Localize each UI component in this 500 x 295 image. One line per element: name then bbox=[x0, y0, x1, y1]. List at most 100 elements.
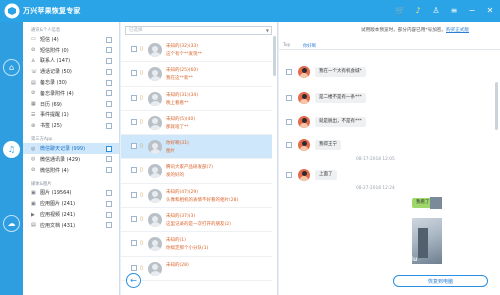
category-reminders[interactable]: ☰ 事件提醒 (1) bbox=[23, 110, 119, 121]
minimize-icon[interactable]: − bbox=[466, 3, 478, 17]
conversation-row[interactable]: ▯ 未知的(1) 你搞定那个小分队(1) bbox=[121, 232, 272, 257]
category-app-photos[interactable]: ▣ 应用图片 (241) bbox=[23, 198, 119, 209]
conversation-row[interactable]: ▯ 未知的(47)(29) 头像和相机的表情不好看的相片(28) bbox=[121, 184, 272, 209]
category-checkbox[interactable] bbox=[106, 47, 112, 54]
lock-icon: ▯ bbox=[140, 240, 143, 247]
category-checkbox[interactable] bbox=[106, 90, 112, 97]
sms-icon: ▭ bbox=[31, 36, 36, 43]
category-checkbox[interactable] bbox=[106, 145, 112, 152]
row-preview: 这里记录的是一次打开的朋友(2) bbox=[166, 222, 231, 228]
close-icon[interactable]: ✕ bbox=[484, 3, 496, 17]
category-sms-attachments[interactable]: ⊘ 短信附件 (0) bbox=[23, 45, 119, 56]
avatar bbox=[148, 188, 162, 203]
category-notes-attachments[interactable]: ⊘ 备忘录附件 (4) bbox=[23, 88, 119, 99]
message-checkbox[interactable] bbox=[286, 95, 292, 101]
avatar bbox=[148, 164, 162, 179]
watermark: Baidu bbox=[398, 256, 418, 263]
lock-icon: ▯ bbox=[140, 118, 143, 125]
attachment-icon: ⊘ bbox=[31, 90, 36, 97]
row-checkbox[interactable] bbox=[131, 143, 137, 150]
avatar bbox=[148, 237, 162, 252]
avatar bbox=[148, 115, 162, 130]
filter-select[interactable]: 已选择 ▼ bbox=[125, 26, 272, 35]
category-contacts[interactable]: ♙ 联系人 (147) bbox=[23, 56, 119, 67]
chat-tabs: Top 你好啊 bbox=[279, 42, 500, 50]
message-bubble: 就是脱出，不是有*** bbox=[315, 117, 366, 127]
category-checkbox[interactable] bbox=[106, 222, 112, 229]
avatar bbox=[298, 116, 310, 128]
row-checkbox[interactable] bbox=[131, 216, 137, 223]
chevron-down-icon: ▼ bbox=[265, 28, 269, 33]
row-checkbox[interactable] bbox=[131, 46, 137, 52]
user-icon[interactable]: ♙ bbox=[430, 3, 442, 17]
mode-rail: ⌂ ♫ ☁ bbox=[0, 22, 23, 295]
conversation-row[interactable]: ▯ 未知的(31)(34) 晚上看看** bbox=[121, 87, 272, 111]
back-button[interactable]: ← bbox=[126, 273, 141, 288]
row-checkbox[interactable] bbox=[131, 70, 137, 77]
message-timestamp: 08-17-2018 12:05 bbox=[356, 157, 395, 162]
conversation-row[interactable]: ▯ 未知的(25)(60) 我在这**新** bbox=[121, 62, 272, 87]
row-checkbox[interactable] bbox=[131, 264, 137, 271]
list-scrollbar[interactable] bbox=[273, 36, 276, 76]
category-app-documents[interactable]: ▤ 应用文档 (431) bbox=[23, 220, 119, 231]
conversation-row[interactable]: ▯ 未知的(5)(40) 那就啥了** bbox=[121, 111, 272, 136]
row-checkbox[interactable] bbox=[131, 240, 137, 247]
category-checkbox[interactable] bbox=[106, 36, 112, 43]
message-bubble: 上面了 bbox=[315, 170, 337, 180]
category-checkbox[interactable] bbox=[106, 58, 112, 65]
category-bookmarks[interactable]: ⊛ 书签 (25) bbox=[23, 120, 119, 131]
icloud-recovery-icon[interactable]: ☁ bbox=[3, 215, 20, 232]
row-checkbox[interactable] bbox=[131, 118, 137, 125]
chat-scrollbar[interactable] bbox=[495, 82, 498, 130]
category-checkbox[interactable] bbox=[106, 167, 112, 174]
buy-full-version-link[interactable]: 购买正式版 bbox=[446, 28, 469, 33]
category-sms[interactable]: ▭ 短信 (4) bbox=[23, 34, 119, 45]
conversation-row[interactable]: ▯ 未知的(32)(33) 这个有个**发现** bbox=[121, 38, 272, 63]
row-checkbox[interactable] bbox=[131, 191, 137, 198]
lock-icon: ▯ bbox=[140, 264, 143, 271]
category-checkbox[interactable] bbox=[106, 122, 112, 129]
category-checkbox[interactable] bbox=[106, 112, 112, 119]
row-checkbox[interactable] bbox=[131, 167, 137, 174]
row-checkbox[interactable] bbox=[131, 94, 137, 101]
cart-icon[interactable]: 🛒 bbox=[394, 3, 406, 17]
message-checkbox[interactable] bbox=[286, 69, 292, 75]
recover-to-computer-button[interactable]: 恢复到电脑 bbox=[393, 275, 488, 287]
row-name: 未知的(31)(34) bbox=[166, 92, 198, 98]
category-checkbox[interactable] bbox=[106, 190, 112, 197]
tab-top[interactable]: Top bbox=[283, 43, 290, 48]
row-name: 未知的(5)(40) bbox=[166, 116, 196, 122]
bell-icon[interactable]: ♪ bbox=[412, 3, 424, 17]
category-call-history[interactable]: ☏ 通话记录 (50) bbox=[23, 66, 119, 77]
message-checkbox[interactable] bbox=[286, 119, 292, 125]
message-checkbox[interactable] bbox=[286, 142, 292, 148]
category-photos[interactable]: ▣ 图片 (19564) bbox=[23, 188, 119, 199]
video-icon: ▶ bbox=[31, 211, 35, 218]
category-wechat-history[interactable]: ◎ 微信聊天记录 (999) bbox=[23, 143, 119, 154]
category-wechat-attachments[interactable]: ⊘ 微信附件 (4) bbox=[23, 165, 119, 176]
avatar bbox=[148, 261, 162, 276]
tab-contact[interactable]: 你好啊 bbox=[303, 43, 316, 49]
category-wechat-contacts[interactable]: ◎ 微信通讯录 (429) bbox=[23, 154, 119, 165]
category-calendar[interactable]: ▦ 日历 (69) bbox=[23, 99, 119, 110]
message-checkbox[interactable] bbox=[286, 172, 292, 178]
menu-icon[interactable]: ≡ bbox=[448, 3, 460, 17]
avatar bbox=[298, 139, 310, 151]
lock-icon: ▯ bbox=[140, 46, 143, 52]
conversation-rows: ▯ 未知的(32)(33) 这个有个**发现** ▯ 未知的(25)(60) 我在这**… bbox=[121, 38, 272, 281]
conversation-row-selected[interactable]: ▯ 你好啊(31) 图片 bbox=[121, 135, 272, 160]
itunes-recovery-icon[interactable]: ♫ bbox=[3, 141, 20, 158]
conversation-row[interactable]: ▯ 腾讯大家产品研发部(7) 发的好的 bbox=[121, 159, 272, 184]
category-checkbox[interactable] bbox=[106, 101, 112, 108]
category-checkbox[interactable] bbox=[106, 211, 112, 218]
device-recovery-icon[interactable]: ⌂ bbox=[3, 59, 20, 76]
category-checkbox[interactable] bbox=[106, 156, 112, 163]
conversation-row[interactable]: ▯ 未知的(28) bbox=[121, 257, 272, 281]
category-checkbox[interactable] bbox=[106, 68, 112, 75]
conversation-row[interactable]: ▯ 未知的(37)(3) 这里记录的是一次打开的朋友(2) bbox=[121, 208, 272, 233]
category-checkbox[interactable] bbox=[106, 200, 112, 207]
category-app-videos[interactable]: ▶ 应用视频 (241) bbox=[23, 209, 119, 220]
category-checkbox[interactable] bbox=[106, 79, 112, 86]
category-notes[interactable]: ▤ 备忘录 (30) bbox=[23, 77, 119, 88]
row-name: 未知的(25)(60) bbox=[166, 68, 198, 74]
